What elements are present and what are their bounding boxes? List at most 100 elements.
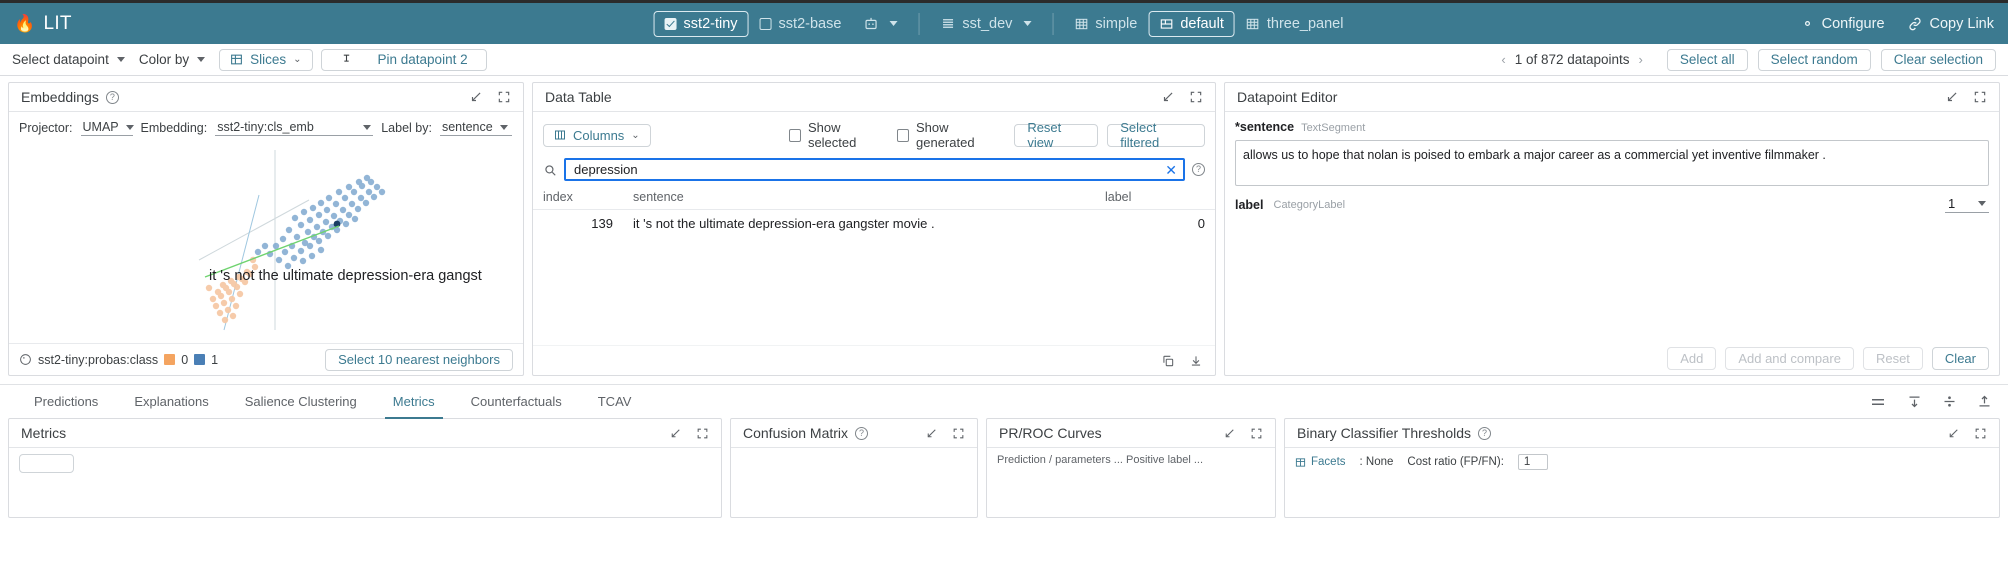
projector-select[interactable]: UMAP xyxy=(81,119,133,136)
cell-sentence: it 's not the ultimate depression-era ga… xyxy=(623,210,1095,238)
projector-label: Projector: xyxy=(19,121,73,135)
label-value-select[interactable]: 1 xyxy=(1945,196,1989,213)
checkbox-icon xyxy=(665,18,677,30)
embedding-select[interactable]: sst2-tiny:cls_emb xyxy=(215,119,373,136)
lit-app: 🔥 LIT sst2-tiny sst2-base xyxy=(0,0,2008,588)
add-button[interactable]: Add xyxy=(1667,347,1716,370)
pin-datapoint-button[interactable]: Pin datapoint 2 xyxy=(321,49,487,71)
model-settings-button[interactable] xyxy=(852,11,908,36)
chevron-right-icon[interactable]: › xyxy=(1639,52,1643,67)
datapoint-toolbar: Select datapoint Color by Slices ⌄ Pin d… xyxy=(0,44,2008,76)
split-icon[interactable] xyxy=(1942,394,1957,409)
panel-icon xyxy=(1159,17,1173,31)
configure-button[interactable]: Configure xyxy=(1800,16,1885,32)
copy-link-button[interactable]: Copy Link xyxy=(1907,16,1994,32)
menu-icon[interactable] xyxy=(1869,393,1887,411)
thresholds-header: Binary Classifier Thresholds ? xyxy=(1285,419,1999,448)
select-random-button[interactable]: Select random xyxy=(1758,49,1871,71)
sentence-textarea[interactable]: allows us to hope that nolan is poised t… xyxy=(1235,140,1989,186)
clear-button[interactable]: Clear xyxy=(1932,347,1989,370)
column-header-sentence[interactable]: sentence xyxy=(623,186,1095,210)
expand-icon[interactable] xyxy=(1189,90,1203,104)
search-icon xyxy=(543,163,557,177)
thresholds-controls-row: Facets : None Cost ratio (FP/FN): 1 xyxy=(1295,454,1989,470)
dataset-chip[interactable]: sst_dev xyxy=(929,11,1042,37)
copy-icon[interactable] xyxy=(1161,354,1175,368)
tab-tcav[interactable]: TCAV xyxy=(580,385,650,419)
selection-controls: ‹ 1 of 872 datapoints › Select all Selec… xyxy=(1501,49,1996,71)
cost-ratio-input[interactable]: 1 xyxy=(1518,454,1548,470)
search-input[interactable] xyxy=(572,161,1157,178)
minimize-icon[interactable] xyxy=(1161,90,1175,104)
data-table-module: Data Table xyxy=(532,82,1216,376)
tab-predictions[interactable]: Predictions xyxy=(16,385,116,419)
select-all-button[interactable]: Select all xyxy=(1667,49,1748,71)
projector-value: UMAP xyxy=(83,120,119,134)
layout-chip-simple[interactable]: simple xyxy=(1063,11,1148,37)
table-row[interactable]: 139 it 's not the ultimate depression-er… xyxy=(533,210,1215,238)
gear-icon xyxy=(1800,16,1815,31)
reset-view-button[interactable]: Reset view xyxy=(1014,124,1098,147)
column-header-label[interactable]: label xyxy=(1095,186,1215,210)
expand-icon[interactable] xyxy=(1250,427,1263,440)
help-icon[interactable]: ? xyxy=(106,91,119,104)
legend-value-0: 0 xyxy=(181,353,188,367)
layout-chip-default[interactable]: default xyxy=(1148,11,1235,37)
help-icon[interactable]: ? xyxy=(1192,163,1205,176)
select-filtered-button[interactable]: Select filtered xyxy=(1107,124,1205,147)
minimize-icon[interactable] xyxy=(1945,90,1959,104)
data-table-search-row: ✕ ? xyxy=(533,154,1215,186)
minimize-icon[interactable] xyxy=(469,90,483,104)
chevron-left-icon[interactable]: ‹ xyxy=(1501,52,1505,67)
minimize-icon[interactable] xyxy=(925,427,938,440)
model-chip-sst2-tiny[interactable]: sst2-tiny xyxy=(654,11,749,37)
main-modules-row: Embeddings ? Projector: xyxy=(0,76,2008,376)
data-table-search-box[interactable]: ✕ xyxy=(564,158,1185,181)
reset-button[interactable]: Reset xyxy=(1863,347,1923,370)
sentence-field-label: *sentence xyxy=(1235,120,1294,134)
collapse-bottom-icon[interactable] xyxy=(1977,394,1992,409)
embeddings-scatterplot[interactable]: it 's not the ultimate depression-era ga… xyxy=(9,140,523,343)
chevron-down-icon xyxy=(1978,201,1986,206)
select-datapoint-dropdown[interactable]: Select datapoint xyxy=(12,52,139,67)
expand-icon[interactable] xyxy=(696,427,709,440)
help-icon[interactable]: ? xyxy=(855,427,868,440)
expand-icon[interactable] xyxy=(497,90,511,104)
select-nearest-neighbors-button[interactable]: Select 10 nearest neighbors xyxy=(325,349,513,371)
label-field-label: label xyxy=(1235,198,1264,212)
tab-metrics[interactable]: Metrics xyxy=(375,385,453,419)
minimize-icon[interactable] xyxy=(1947,427,1960,440)
confusion-matrix-header: Confusion Matrix ? xyxy=(731,419,977,448)
pr-roc-title: PR/ROC Curves xyxy=(999,425,1102,441)
layout-chip-three-panel[interactable]: three_panel xyxy=(1235,11,1355,37)
sentence-field-type: TextSegment xyxy=(1301,122,1365,134)
help-icon[interactable]: ? xyxy=(1478,427,1491,440)
show-selected-checkbox[interactable]: Show selected xyxy=(789,120,887,150)
minimize-icon[interactable] xyxy=(1223,427,1236,440)
model-chip-sst2-base[interactable]: sst2-base xyxy=(749,11,853,37)
grid-icon xyxy=(1246,17,1260,31)
cell-label: 0 xyxy=(1095,210,1215,238)
clear-selection-button[interactable]: Clear selection xyxy=(1881,49,1996,71)
column-header-index[interactable]: index xyxy=(533,186,623,210)
clear-icon[interactable]: ✕ xyxy=(1165,163,1177,177)
slices-button[interactable]: Slices ⌄ xyxy=(219,49,312,71)
metrics-facet-pill[interactable] xyxy=(19,454,74,473)
minimize-icon[interactable] xyxy=(669,427,682,440)
expand-icon[interactable] xyxy=(1974,427,1987,440)
show-generated-checkbox[interactable]: Show generated xyxy=(897,120,1005,150)
tab-explanations[interactable]: Explanations xyxy=(116,385,226,419)
expand-icon[interactable] xyxy=(1973,90,1987,104)
facets-button[interactable]: Facets xyxy=(1295,456,1346,468)
download-icon[interactable] xyxy=(1189,354,1203,368)
expand-icon[interactable] xyxy=(952,427,965,440)
columns-button[interactable]: Columns ⌄ xyxy=(543,124,651,147)
color-by-dropdown[interactable]: Color by xyxy=(139,52,219,67)
collapse-top-icon[interactable] xyxy=(1907,394,1922,409)
embeddings-header: Embeddings ? xyxy=(9,83,523,112)
pr-roc-header-icons xyxy=(1223,427,1263,440)
tab-counterfactuals[interactable]: Counterfactuals xyxy=(453,385,580,419)
add-and-compare-button[interactable]: Add and compare xyxy=(1725,347,1854,370)
tab-salience-clustering[interactable]: Salience Clustering xyxy=(227,385,375,419)
label-by-select[interactable]: sentence xyxy=(440,119,512,136)
